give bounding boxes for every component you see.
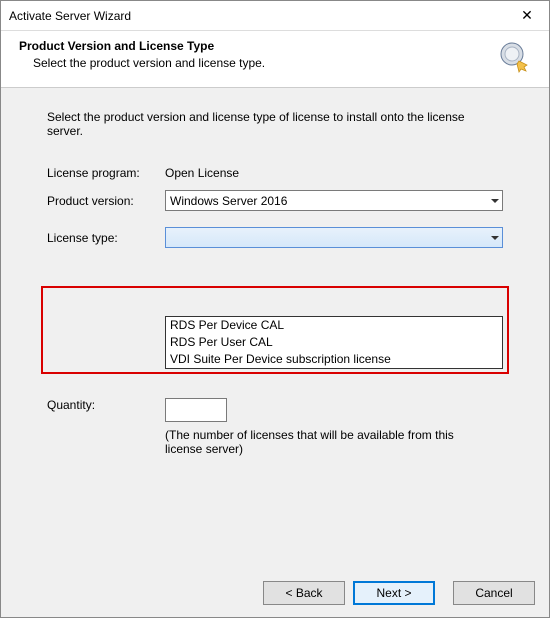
license-program-label: License program: — [47, 166, 165, 180]
wizard-header: Product Version and License Type Select … — [1, 31, 549, 88]
quantity-help-text: (The number of licenses that will be ava… — [165, 428, 485, 456]
product-version-dropdown[interactable]: Windows Server 2016 — [165, 190, 503, 211]
close-icon: ✕ — [521, 7, 533, 24]
license-type-dropdown-list: RDS Per Device CAL RDS Per User CAL VDI … — [165, 316, 503, 369]
wizard-window: Activate Server Wizard ✕ Product Version… — [0, 0, 550, 618]
next-button[interactable]: Next > — [353, 581, 435, 605]
window-title: Activate Server Wizard — [9, 9, 131, 23]
wizard-content: Select the product version and license t… — [1, 88, 549, 569]
header-title: Product Version and License Type — [19, 39, 487, 53]
close-button[interactable]: ✕ — [505, 1, 549, 30]
chevron-down-icon — [491, 236, 499, 240]
intro-text: Select the product version and license t… — [47, 110, 503, 138]
license-type-row: License type: — [47, 227, 503, 248]
quantity-label: Quantity: — [47, 398, 165, 412]
certificate-icon — [497, 41, 531, 75]
dropdown-option[interactable]: RDS Per Device CAL — [166, 317, 502, 334]
quantity-input[interactable] — [165, 398, 227, 422]
header-text: Product Version and License Type Select … — [19, 39, 487, 70]
titlebar: Activate Server Wizard ✕ — [1, 1, 549, 31]
cancel-button[interactable]: Cancel — [453, 581, 535, 605]
license-type-label: License type: — [47, 231, 165, 245]
product-version-row: Product version: Windows Server 2016 — [47, 190, 503, 211]
quantity-row: Quantity: — [47, 398, 503, 422]
license-program-value: Open License — [165, 166, 239, 180]
header-subtitle: Select the product version and license t… — [33, 56, 487, 70]
back-button[interactable]: < Back — [263, 581, 345, 605]
product-version-selected: Windows Server 2016 — [170, 194, 287, 208]
dropdown-option[interactable]: RDS Per User CAL — [166, 334, 502, 351]
dropdown-option[interactable]: VDI Suite Per Device subscription licens… — [166, 351, 502, 368]
license-type-dropdown[interactable] — [165, 227, 503, 248]
chevron-down-icon — [491, 199, 499, 203]
product-version-label: Product version: — [47, 194, 165, 208]
license-program-row: License program: Open License — [47, 166, 503, 180]
wizard-footer: < Back Next > Cancel — [1, 569, 549, 617]
